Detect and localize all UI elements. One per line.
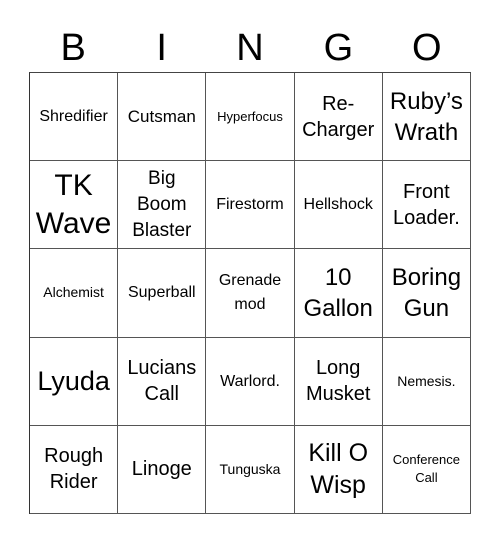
cell-text: Rough [44,445,104,468]
cell-text: TK [54,168,93,202]
cell-text: Linoge [131,458,192,481]
bingo-cell[interactable]: Hellshock [294,161,383,250]
cell-text: Firestorm [216,196,284,214]
cell-text: Ruby’s [389,87,463,115]
bingo-cell[interactable]: Boring Gun [382,249,471,338]
cell-text: Warlord. [220,372,280,390]
bingo-grid: Shredifier Cutsman Hyperfocus Re- Charger… [29,72,471,514]
bingo-cell[interactable]: Big Boom Blaster [118,161,207,250]
bingo-cell[interactable]: 10 Gallon [294,249,383,338]
bingo-cell[interactable]: Kill O Wisp [294,425,383,514]
cell-text: Wisp [310,471,366,500]
header-letter-n: N [236,27,264,69]
cell-text: Grenade [218,271,282,289]
cell-text: Gun [403,294,450,322]
bingo-cell[interactable]: Cutsman [118,73,207,162]
bingo-cell[interactable]: Firestorm [206,161,295,250]
cell-text: Charger [302,118,375,141]
bingo-cell[interactable]: Superball [118,249,207,338]
bingo-cell[interactable]: Conference Call [382,425,471,514]
bingo-cell[interactable]: Rough Rider [30,425,119,514]
cell-text: Call [144,383,179,406]
bingo-cell[interactable]: Re- Charger [294,73,383,162]
bingo-cell[interactable]: Grenade mod [206,249,295,338]
cell-text: Lucians [127,357,197,380]
cell-text: Musket [305,383,371,406]
cell-text: 10 [324,263,352,291]
cell-text: Nemesis. [397,372,456,389]
cell-text: Cutsman [127,106,196,126]
cell-text: Boring [391,263,462,291]
bingo-cell[interactable]: Front Loader. [382,161,471,250]
bingo-cell[interactable]: Long Musket [294,337,383,426]
cell-text: Conference [392,452,460,468]
cell-text: Hellshock [303,196,373,214]
header-letter-g: G [323,27,354,69]
bingo-cell[interactable]: Linoge [118,425,207,514]
header-letter-i: I [156,27,167,69]
header-letter-o: O [412,27,442,69]
bingo-header: B I N G O [29,24,471,72]
bingo-cell[interactable]: Warlord. [206,337,295,426]
cell-text: Loader. [393,206,460,229]
cell-text: Hyperfocus [217,108,283,124]
cell-text: Lyuda [37,366,110,397]
cell-text: Boom [136,193,187,215]
cell-text: Superball [127,284,196,302]
bingo-cell[interactable]: Shredifier [30,73,119,162]
cell-text: Big [148,167,176,189]
cell-text: Alchemist [43,284,104,301]
cell-text: Front [403,180,450,203]
cell-text: mod [234,295,266,313]
bingo-cell[interactable]: Tunguska [206,425,295,514]
bingo-cell[interactable]: Alchemist [30,249,119,338]
bingo-cell[interactable]: Nemesis. [382,337,471,426]
cell-text: Rider [49,471,98,494]
bingo-cell[interactable]: Hyperfocus [206,73,295,162]
bingo-cell[interactable]: Lyuda [30,337,119,426]
cell-text: Shredifier [39,108,108,126]
bingo-cell[interactable]: Lucians Call [118,337,207,426]
header-letter-b: B [60,27,86,69]
cell-text: Wave [35,206,112,240]
cell-text: Wrath [394,118,459,146]
bingo-cell[interactable]: TK Wave [30,161,119,250]
cell-text: Blaster [132,219,192,241]
cell-text: Long [315,357,361,380]
cell-text: Tunguska [219,460,281,477]
cell-text: Kill O [308,439,369,468]
cell-text: Gallon [303,294,373,322]
cell-text: Re- [322,92,355,115]
cell-text: Call [415,470,438,486]
bingo-cell[interactable]: Ruby’s Wrath [382,73,471,162]
